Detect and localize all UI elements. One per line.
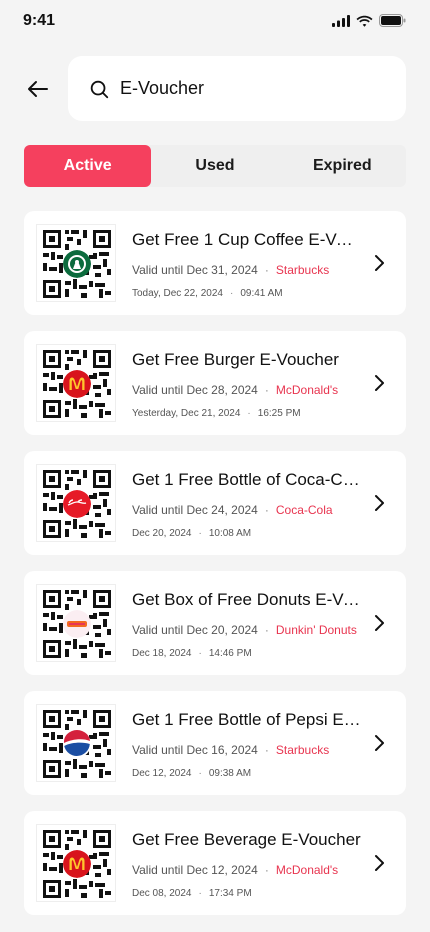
voucher-date: Today, Dec 22, 2024 (132, 288, 223, 299)
voucher-meta: Valid until Dec 12, 2024 · McDonald's (132, 863, 338, 877)
search-icon (90, 80, 109, 98)
tab-expired[interactable]: Expired (279, 145, 406, 187)
voucher-brand: Dunkin' Donuts (275, 623, 357, 637)
qr-code (36, 704, 116, 782)
voucher-timestamp: Dec 12, 2024 · 09:38 AM (132, 768, 251, 779)
qr-code (36, 824, 116, 902)
voucher-date: Dec 20, 2024 (132, 528, 192, 539)
voucher-brand: Coca-Cola (275, 503, 333, 517)
voucher-card[interactable]: Get Free Beverage E-Voucher Valid until … (24, 811, 406, 915)
voucher-timestamp: Yesterday, Dec 21, 2024 · 16:25 PM (132, 408, 301, 419)
voucher-date: Dec 18, 2024 (132, 648, 192, 659)
voucher-meta: Valid until Dec 24, 2024 · Coca-Cola (132, 503, 333, 517)
header (0, 56, 430, 122)
status-time: 9:41 (23, 12, 56, 29)
separator-dot: · (198, 648, 202, 659)
voucher-brand: Starbucks (275, 263, 330, 277)
voucher-time: 14:46 PM (208, 648, 252, 659)
tab-bar: Active Used Expired (24, 145, 406, 187)
chevron-right-icon[interactable] (372, 253, 388, 273)
separator-dot: · (198, 528, 202, 539)
voucher-card[interactable]: Get 1 Free Bottle of Coca-Cola E-Voucher… (24, 451, 406, 555)
battery-icon (379, 14, 406, 27)
voucher-date: Dec 12, 2024 (132, 768, 192, 779)
voucher-title: Get 1 Free Bottle of Coca-Cola E-Voucher (132, 470, 362, 489)
separator-dot: · (198, 768, 202, 779)
search-box[interactable] (68, 56, 406, 121)
voucher-title: Get 1 Free Bottle of Pepsi E-Voucher (132, 710, 362, 729)
separator-dot: · (264, 743, 269, 757)
voucher-brand: McDonald's (275, 383, 339, 397)
wifi-icon (356, 15, 373, 27)
tab-active[interactable]: Active (24, 145, 152, 187)
voucher-timestamp: Today, Dec 22, 2024 · 09:41 AM (132, 288, 283, 299)
chevron-right-icon[interactable] (372, 613, 388, 633)
starbucks-logo (63, 250, 91, 278)
chevron-right-icon[interactable] (372, 493, 388, 513)
voucher-time: 09:38 AM (208, 768, 252, 779)
arrow-left-icon (28, 81, 48, 97)
separator-dot: · (198, 888, 202, 899)
voucher-meta: Valid until Dec 28, 2024 · McDonald's (132, 383, 338, 397)
search-input[interactable] (120, 78, 360, 99)
voucher-valid-until: Valid until Dec 31, 2024 (132, 263, 258, 277)
mcdonalds-logo (63, 850, 91, 878)
voucher-valid-until: Valid until Dec 16, 2024 (132, 743, 258, 757)
chevron-right-icon[interactable] (372, 733, 388, 753)
qr-code (36, 464, 116, 542)
mcdonalds-logo (63, 370, 91, 398)
separator-dot: · (264, 863, 269, 877)
chevron-right-icon[interactable] (372, 373, 388, 393)
voucher-timestamp: Dec 18, 2024 · 14:46 PM (132, 648, 252, 659)
tab-used[interactable]: Used (151, 145, 278, 187)
separator-dot: · (264, 623, 269, 637)
separator-dot: · (264, 263, 269, 277)
voucher-title: Get Free Burger E-Voucher (132, 350, 339, 369)
chevron-right-icon[interactable] (372, 853, 388, 873)
voucher-timestamp: Dec 08, 2024 · 17:34 PM (132, 888, 252, 899)
voucher-valid-until: Valid until Dec 12, 2024 (132, 863, 258, 877)
voucher-brand: McDonald's (275, 863, 339, 877)
separator-dot: · (264, 383, 269, 397)
separator-dot: · (247, 408, 251, 419)
separator-dot: · (264, 503, 269, 517)
voucher-title: Get Free Beverage E-Voucher (132, 830, 361, 849)
signal-icon (332, 14, 350, 27)
voucher-date: Yesterday, Dec 21, 2024 (132, 408, 241, 419)
voucher-time: 17:34 PM (208, 888, 252, 899)
qr-code (36, 584, 116, 662)
qr-code (36, 224, 116, 302)
voucher-time: 09:41 AM (240, 288, 283, 299)
coca-cola-logo (63, 490, 91, 518)
voucher-timestamp: Dec 20, 2024 · 10:08 AM (132, 528, 251, 539)
voucher-meta: Valid until Dec 16, 2024 · Starbucks (132, 743, 329, 757)
separator-dot: · (230, 288, 234, 299)
voucher-title: Get Box of Free Donuts E-Voucher (132, 590, 362, 609)
voucher-card[interactable]: Get Free Burger E-Voucher Valid until De… (24, 331, 406, 435)
voucher-meta: Valid until Dec 31, 2024 · Starbucks (132, 263, 329, 277)
voucher-valid-until: Valid until Dec 24, 2024 (132, 503, 258, 517)
voucher-valid-until: Valid until Dec 28, 2024 (132, 383, 258, 397)
voucher-valid-until: Valid until Dec 20, 2024 (132, 623, 258, 637)
voucher-card[interactable]: Get 1 Free Bottle of Pepsi E-Voucher Val… (24, 691, 406, 795)
voucher-meta: Valid until Dec 20, 2024 · Dunkin' Donut… (132, 623, 357, 637)
voucher-time: 16:25 PM (257, 408, 301, 419)
voucher-list: Get Free 1 Cup Coffee E-Voucher Valid un… (24, 211, 406, 931)
status-icons (332, 14, 406, 27)
qr-code (36, 344, 116, 422)
voucher-brand: Starbucks (275, 743, 330, 757)
voucher-date: Dec 08, 2024 (132, 888, 192, 899)
voucher-title: Get Free 1 Cup Coffee E-Voucher (132, 230, 362, 249)
voucher-time: 10:08 AM (208, 528, 252, 539)
voucher-card[interactable]: Get Free 1 Cup Coffee E-Voucher Valid un… (24, 211, 406, 315)
back-button[interactable] (22, 73, 54, 105)
pepsi-logo (63, 730, 91, 758)
voucher-card[interactable]: Get Box of Free Donuts E-Voucher Valid u… (24, 571, 406, 675)
dunkin-logo (63, 610, 91, 638)
status-bar: 9:41 (0, 0, 430, 44)
